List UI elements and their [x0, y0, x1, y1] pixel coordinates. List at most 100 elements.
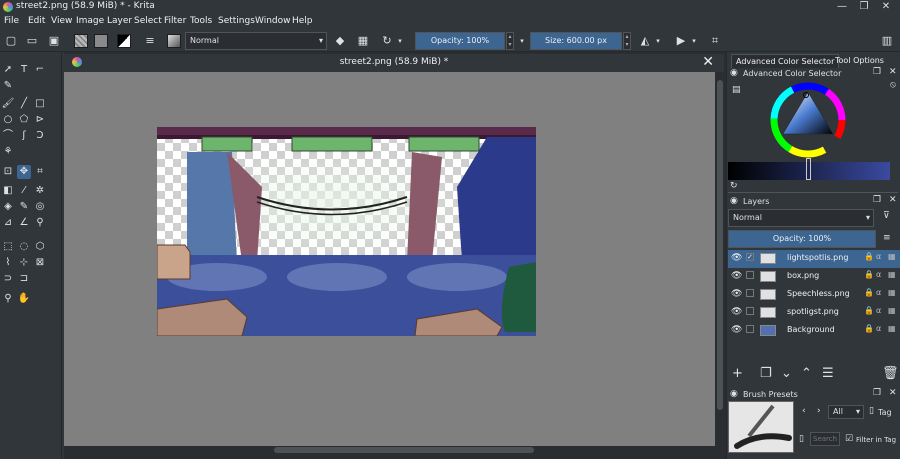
freehand-select-tool-icon[interactable]: ⌇ [1, 256, 15, 270]
pattern-swatch[interactable] [94, 34, 108, 48]
enclose-fill-tool-icon[interactable]: ◎ [33, 200, 47, 214]
size-spin[interactable]: ▴ ▾ [623, 32, 631, 50]
alpha-lock-icon[interactable]: α [876, 288, 881, 297]
layer-row-background[interactable]: 👁 Background 🔒 α ▦ [728, 322, 900, 340]
horizontal-scrollbar[interactable] [64, 446, 716, 454]
select-shapes-tool-icon[interactable]: ➚ [1, 63, 15, 77]
measure-tool-icon[interactable]: ∠ [17, 216, 31, 230]
brush-settings-icon[interactable]: ≡ [143, 33, 157, 49]
panel-lock-icon[interactable]: ◉ [730, 389, 738, 399]
minimize-button[interactable]: — [832, 0, 852, 14]
transform-tool-icon[interactable]: ⊡ [1, 165, 15, 179]
color-picker-tool-icon[interactable]: ⁄ [17, 184, 31, 198]
panel-lock-icon[interactable]: ◉ [730, 196, 738, 206]
gradient-tool-icon[interactable]: ◧ [1, 184, 15, 198]
alpha-lock-icon[interactable]: α [876, 270, 881, 279]
preserve-alpha-icon[interactable]: ▦ [356, 33, 370, 49]
scroll-thumb[interactable] [717, 80, 723, 410]
menu-file[interactable]: File [4, 16, 19, 26]
menu-image[interactable]: Image [76, 16, 104, 26]
maximize-button[interactable]: ❐ [854, 0, 874, 14]
opacity-spin[interactable]: ▴ ▾ [506, 32, 514, 50]
layer-row-speechless[interactable]: 👁 Speechless.png 🔒 α ▦ [728, 286, 900, 304]
mirror-horizontal-icon[interactable]: ◭ [638, 33, 652, 49]
layer-row-box[interactable]: 👁 box.png 🔒 α ▦ [728, 268, 900, 286]
bezier-tool-icon[interactable]: ⌒ [1, 129, 15, 143]
contiguous-select-tool-icon[interactable]: ⊹ [17, 256, 31, 270]
layer-filter-icon[interactable]: ⊽ [883, 211, 890, 221]
line-tool-icon[interactable]: ╱ [17, 97, 31, 111]
rectangle-select-tool-icon[interactable]: ⬚ [1, 240, 15, 254]
layer-checkbox[interactable] [746, 325, 754, 333]
crop-tool-icon[interactable]: ⌗ [33, 165, 47, 179]
layer-row-spotligst[interactable]: 👁 spotligst.png 🔒 α ▦ [728, 304, 900, 322]
menu-window[interactable]: Window [255, 16, 291, 26]
menu-help[interactable]: Help [292, 16, 313, 26]
close-panel-icon[interactable]: ✕ [889, 388, 897, 398]
polyline-tool-icon[interactable]: ⊳ [33, 113, 47, 127]
menu-layer[interactable]: Layer [107, 16, 132, 26]
menu-tools[interactable]: Tools [190, 16, 212, 26]
lock-icon[interactable]: 🔒 [864, 306, 874, 315]
reload-preset-icon[interactable]: ↻ [379, 33, 395, 49]
search-options-icon[interactable]: ▯ [799, 434, 804, 444]
calligraphy-tool-icon[interactable]: ✎ [1, 79, 15, 93]
wrap-around-icon[interactable]: ⌗ [708, 33, 722, 49]
duplicate-layer-icon[interactable]: ❐ [760, 366, 772, 381]
smart-patch-tool-icon[interactable]: ✲ [33, 184, 47, 198]
eraser-icon[interactable]: ◆ [333, 33, 347, 49]
saturation-value-triangle[interactable] [782, 91, 834, 135]
chevron-right-icon[interactable]: › [817, 406, 821, 416]
float-panel-icon[interactable]: ❐ [873, 67, 881, 77]
chevron-left-icon[interactable]: ‹ [802, 406, 806, 416]
chevron-down-icon[interactable]: ▾ [690, 33, 698, 49]
reference-images-tool-icon[interactable]: ⚲ [33, 216, 47, 230]
layer-row-lightspotlis[interactable]: 👁 ✓ lightspotlis.png 🔒 α ▦ [728, 250, 900, 268]
tab-advanced-color-selector[interactable]: Advanced Color Selector [731, 54, 840, 68]
float-panel-icon[interactable]: ❐ [873, 388, 881, 398]
color-settings-icon[interactable]: ▤ [732, 85, 741, 95]
close-panel-icon[interactable]: ✕ [889, 195, 897, 205]
assistant-tool-icon[interactable]: ⊿ [1, 216, 15, 230]
menu-view[interactable]: View [51, 16, 72, 26]
save-icon[interactable]: ▣ [47, 33, 61, 49]
close-window-button[interactable]: ✕ [876, 0, 896, 14]
chevron-down-icon[interactable]: ▾ [396, 33, 404, 49]
scroll-thumb[interactable] [274, 447, 534, 453]
pan-tool-icon[interactable]: ✋ [17, 292, 31, 306]
tag-label[interactable]: Tag [878, 408, 892, 417]
layer-checkbox[interactable] [746, 307, 754, 315]
ellipse-tool-icon[interactable]: ○ [1, 113, 15, 127]
inherit-alpha-icon[interactable]: ▦ [888, 324, 896, 333]
dynamic-brush-tool-icon[interactable]: Ↄ [33, 129, 47, 143]
chevron-down-icon[interactable]: ▾ [518, 33, 526, 49]
visibility-eye-icon[interactable]: 👁 [731, 289, 742, 299]
close-document-icon[interactable]: ✕ [702, 54, 714, 70]
magnetic-select-tool-icon[interactable]: ⊐ [17, 272, 31, 286]
visibility-eye-icon[interactable]: 👁 [731, 307, 742, 317]
lock-icon[interactable]: 🔒 [864, 252, 874, 261]
refresh-colors-icon[interactable]: ↻ [730, 181, 738, 191]
brush-search-input[interactable] [810, 432, 840, 446]
float-panel-icon[interactable]: ❐ [873, 195, 881, 205]
rectangle-tool-icon[interactable]: □ [33, 97, 47, 111]
inherit-alpha-icon[interactable]: ▦ [888, 270, 896, 279]
move-layer-down-icon[interactable]: ⌄ [781, 366, 792, 381]
brush-tool-icon[interactable]: 🖌 [1, 97, 15, 111]
panel-lock-icon[interactable]: ◉ [730, 68, 738, 78]
edit-shapes-tool-icon[interactable]: ⌐ [33, 63, 47, 77]
brush-preset-thumbnail[interactable] [728, 401, 794, 453]
zoom-tool-icon[interactable]: ⚲ [1, 292, 15, 306]
brush-preset-swatch[interactable] [167, 34, 181, 48]
layer-blend-mode-select[interactable]: Normal ▾ [728, 209, 874, 227]
similar-color-select-tool-icon[interactable]: ⊠ [33, 256, 47, 270]
layer-opacity-slider[interactable]: Opacity: 100% [728, 230, 876, 248]
opacity-slider[interactable]: Opacity: 100% [415, 32, 505, 50]
artwork-image[interactable] [157, 127, 536, 336]
ellipse-select-tool-icon[interactable]: ◌ [17, 240, 31, 254]
text-tool-icon[interactable]: T [17, 63, 31, 77]
color-wheel[interactable] [768, 80, 848, 160]
inherit-alpha-icon[interactable]: ▦ [888, 306, 896, 315]
menu-select[interactable]: Select [134, 16, 162, 26]
filter-in-tag-checkbox[interactable]: ☑ [845, 434, 853, 444]
